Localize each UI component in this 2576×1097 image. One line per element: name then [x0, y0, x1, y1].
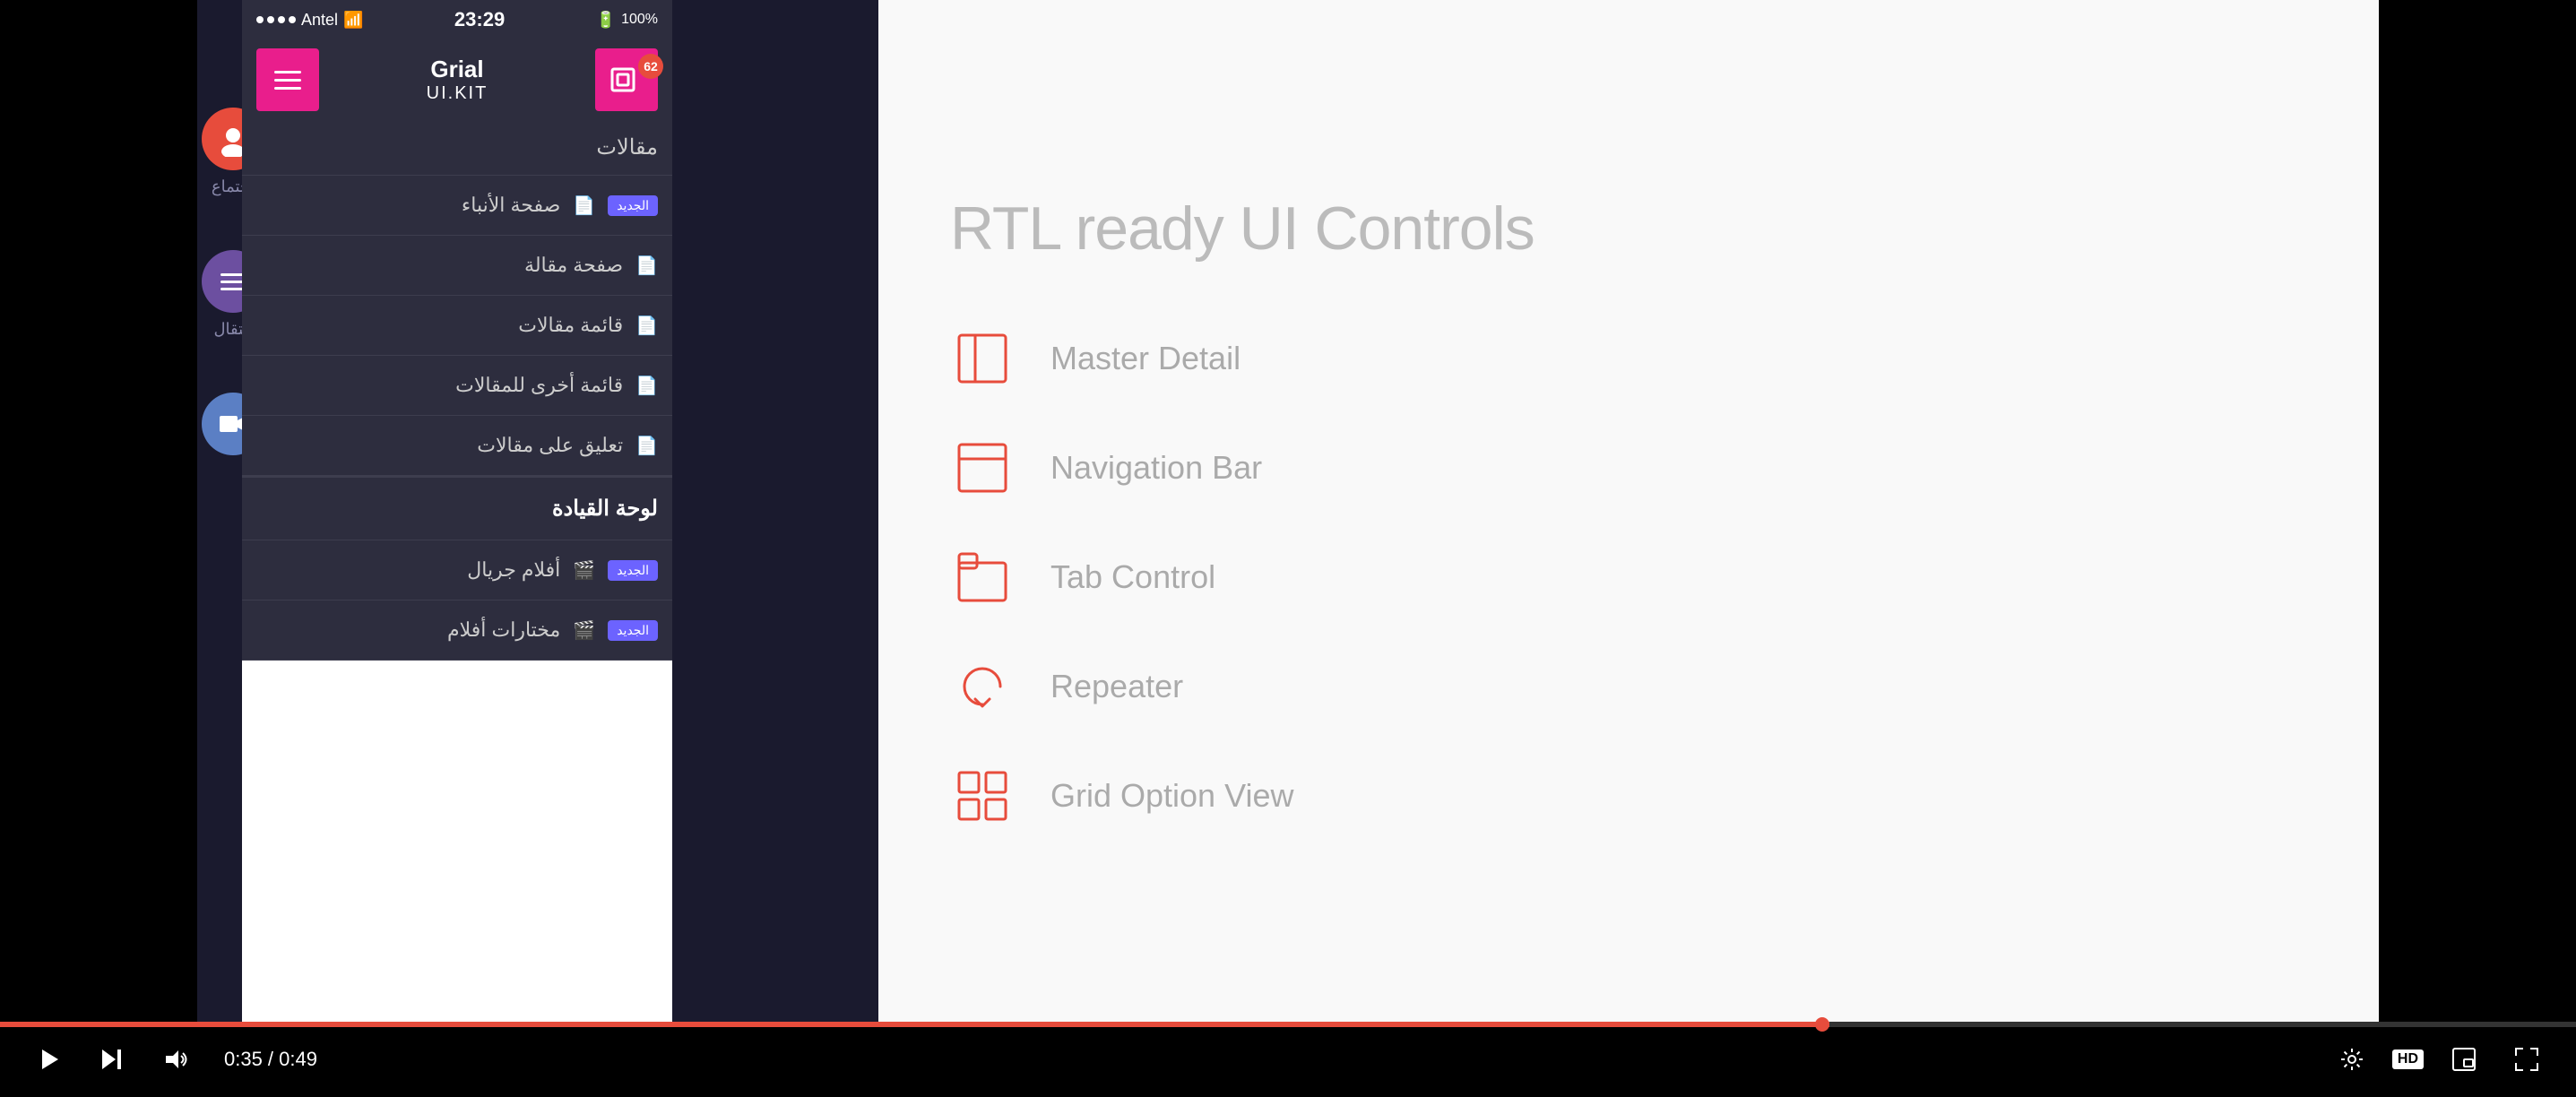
document-icon: 📄 — [635, 315, 658, 337]
feature-item-repeater: Repeater — [950, 654, 2307, 719]
feature-list: Master Detail Navigation Bar — [950, 326, 2307, 828]
right-panel: RTL ready UI Controls Master Detail — [878, 0, 2379, 1022]
settings-button[interactable] — [2330, 1037, 2374, 1082]
right-controls: HD — [2330, 1037, 2549, 1082]
document-icon: 📄 — [573, 194, 595, 217]
volume-button[interactable] — [152, 1037, 197, 1082]
video-controls: 0:35 / 0:49 HD — [0, 1022, 2576, 1097]
app-title: Grial UI.KIT — [427, 56, 488, 104]
progress-bar-fill — [0, 1022, 1829, 1027]
repeater-icon — [950, 654, 1015, 719]
app-title-line1: Grial — [427, 56, 488, 83]
navigation-bar-icon — [950, 436, 1015, 500]
dashboard-section-header: لوحة القيادة — [242, 476, 672, 540]
menu-item-articles-list[interactable]: قائمة مقالات 📄 — [242, 296, 672, 356]
tab-control-icon — [950, 545, 1015, 609]
miniplayer-button[interactable] — [2442, 1037, 2486, 1082]
feature-label-grid-option: Grid Option View — [1050, 777, 1293, 815]
menu-item-text: قائمة مقالات — [518, 314, 623, 337]
feature-label-master-detail: Master Detail — [1050, 340, 1240, 377]
menu-item-film-highlights[interactable]: مختارات أفلام 🎬 الجديد — [242, 600, 672, 661]
app-logo-wrapper: 62 — [595, 48, 658, 111]
film-icon: 🎬 — [573, 559, 595, 582]
master-detail-icon — [950, 326, 1015, 391]
notification-badge: 62 — [638, 54, 663, 79]
progress-dot — [1815, 1017, 1829, 1032]
play-button[interactable] — [27, 1037, 72, 1082]
phone-header: Grial UI.KIT 62 — [242, 39, 672, 120]
feature-label-repeater: Repeater — [1050, 668, 1183, 705]
app-title-line2: UI.KIT — [427, 83, 488, 104]
fullscreen-button[interactable] — [2504, 1037, 2549, 1082]
phone-status-bar: Antel 📶 23:29 🔋 100% — [242, 0, 672, 39]
time-display: 0:35 / 0:49 — [224, 1048, 317, 1071]
menu-item-article-page[interactable]: صفحة مقالة 📄 — [242, 236, 672, 296]
grid-option-icon — [950, 764, 1015, 828]
status-time: 23:29 — [454, 8, 505, 31]
document-icon: 📄 — [635, 435, 658, 457]
wifi-icon: 📶 — [343, 11, 363, 30]
carrier-name: Antel — [301, 11, 338, 30]
menu-item-grial-films[interactable]: أفلام جريال 🎬 الجديد — [242, 540, 672, 600]
menu-item-text: أفلام جريال — [467, 558, 560, 582]
battery-percent: 100% — [621, 12, 658, 28]
new-badge: الجديد — [608, 560, 658, 581]
menu-item-text: مختارات أفلام — [447, 618, 560, 642]
progress-bar-container[interactable] — [0, 1022, 2576, 1027]
phone-panel: إجتماع إنتقال — [197, 0, 878, 1022]
menu-item-news-page[interactable]: صفحة الأنباء 📄 الجديد — [242, 176, 672, 236]
feature-item-grid-option: Grid Option View — [950, 764, 2307, 828]
main-title: RTL ready UI Controls — [950, 194, 2307, 263]
video-content: إجتماع إنتقال — [197, 0, 2379, 1022]
hamburger-button[interactable] — [256, 48, 319, 111]
black-right-panel — [2379, 0, 2576, 1022]
menu-item-text: صفحة مقالة — [524, 254, 623, 277]
section-header-articles: مقالات — [242, 120, 672, 176]
feature-item-navigation-bar: Navigation Bar — [950, 436, 2307, 500]
video-container: إجتماع إنتقال — [0, 0, 2576, 1097]
feature-label-navigation-bar: Navigation Bar — [1050, 449, 1262, 487]
signal-dots — [256, 16, 296, 23]
phone-mockup: Antel 📶 23:29 🔋 100% — [242, 0, 672, 1022]
battery-icon: 🔋 — [596, 11, 616, 30]
document-icon: 📄 — [635, 255, 658, 277]
menu-item-other-list[interactable]: قائمة أخرى للمقالات 📄 — [242, 356, 672, 416]
menu-item-text: قائمة أخرى للمقالات — [455, 374, 623, 397]
new-badge: الجديد — [608, 195, 658, 216]
status-right: 🔋 100% — [596, 11, 658, 30]
black-left-panel — [0, 0, 197, 1022]
feature-item-tab-control: Tab Control — [950, 545, 2307, 609]
status-left: Antel 📶 — [256, 11, 363, 30]
menu-item-comments[interactable]: تعليق على مقالات 📄 — [242, 416, 672, 476]
next-button[interactable] — [90, 1037, 134, 1082]
new-badge: الجديد — [608, 620, 658, 641]
hd-badge: HD — [2392, 1049, 2424, 1069]
feature-item-master-detail: Master Detail — [950, 326, 2307, 391]
document-icon: 📄 — [635, 375, 658, 397]
menu-item-text: صفحة الأنباء — [462, 194, 560, 217]
film-icon: 🎬 — [573, 619, 595, 642]
menu-item-text: تعليق على مقالات — [477, 434, 623, 457]
feature-label-tab-control: Tab Control — [1050, 558, 1215, 596]
